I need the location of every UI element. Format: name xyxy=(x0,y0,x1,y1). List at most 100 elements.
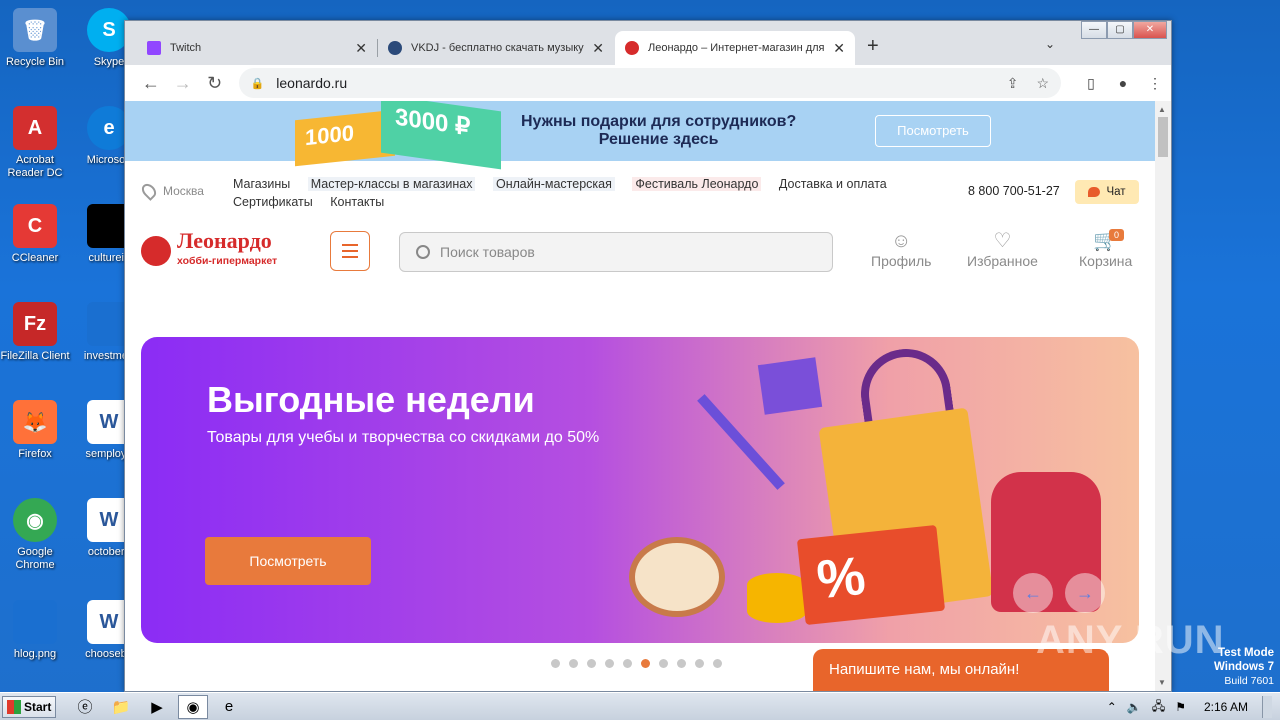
chrome-icon: ◉ xyxy=(13,498,57,542)
close-window-button[interactable]: ✕ xyxy=(1133,21,1167,39)
chat-bubble-icon xyxy=(1088,187,1101,197)
cart-link[interactable]: 🛒 0 Корзина xyxy=(1079,229,1132,269)
city-selector[interactable]: Москва xyxy=(139,181,204,201)
embroidery-hoop-illustration xyxy=(629,537,725,617)
link-online-workshop[interactable]: Онлайн-мастерская xyxy=(492,177,615,191)
catalog-menu-button[interactable] xyxy=(330,231,370,271)
speaker-icon[interactable]: 🔈 xyxy=(1127,700,1142,714)
carousel-dot[interactable] xyxy=(623,659,632,668)
reload-button[interactable]: ↻ xyxy=(199,73,231,94)
close-tab-icon[interactable]: ✕ xyxy=(355,40,367,57)
start-button[interactable]: Start xyxy=(2,695,56,718)
site-header: Леонардо хобби-гипермаркет Поиск товаров… xyxy=(125,217,1155,277)
top-links: Магазины Мастер-классы в магазинах Онлай… xyxy=(233,175,933,211)
carousel-dot[interactable] xyxy=(551,659,560,668)
coins-illustration xyxy=(747,573,807,623)
promo-view-button[interactable]: Посмотреть xyxy=(875,115,991,147)
carousel-dot[interactable] xyxy=(659,659,668,668)
scroll-down-icon[interactable]: ▼ xyxy=(1158,678,1166,687)
carousel-dot[interactable] xyxy=(695,659,704,668)
bookmark-star-icon[interactable]: ☆ xyxy=(1036,75,1049,92)
logo-name: Леонардо xyxy=(177,228,272,253)
maximize-button[interactable]: ▢ xyxy=(1107,21,1133,39)
ie-icon[interactable]: ⓔ xyxy=(70,695,100,719)
tab-twitch[interactable]: Twitch ✕ xyxy=(137,31,377,65)
favorites-link[interactable]: ♡ Избранное xyxy=(967,229,1038,269)
window-controls: — ▢ ✕ xyxy=(1081,21,1167,39)
heart-icon: ♡ xyxy=(993,230,1012,252)
hero-slider[interactable]: Выгодные недели Товары для учебы и творч… xyxy=(141,337,1139,643)
minimize-button[interactable]: — xyxy=(1081,21,1107,39)
network-icon[interactable]: 🖧 xyxy=(1152,697,1165,718)
desktop-icon-acrobat[interactable]: A Acrobat Reader DC xyxy=(0,106,70,180)
desktop-icon-recycle-bin[interactable]: 🗑 Recycle Bin xyxy=(0,8,70,69)
close-tab-icon[interactable]: ✕ xyxy=(833,40,845,57)
tab-leonardo[interactable]: Леонардо – Интернет-магазин для ✕ xyxy=(615,31,855,65)
browser-window: Twitch ✕ VKDJ - бесплатно скачать музыку… xyxy=(124,20,1172,692)
ccleaner-icon: C xyxy=(13,204,57,248)
filezilla-icon: Fz xyxy=(13,302,57,346)
carousel-dot[interactable] xyxy=(677,659,686,668)
tab-vkdj[interactable]: VKDJ - бесплатно скачать музыку ✕ xyxy=(378,31,614,65)
forward-button[interactable]: → xyxy=(167,73,199,94)
link-certificates[interactable]: Сертификаты xyxy=(233,195,313,209)
gift-box-illustration xyxy=(757,357,823,415)
profile-avatar-icon[interactable]: ● xyxy=(1107,75,1139,92)
flag-icon[interactable]: ⚑ xyxy=(1175,700,1186,714)
carousel-dot[interactable] xyxy=(605,659,614,668)
search-input[interactable]: Поиск товаров xyxy=(399,232,833,272)
tab-strip: Twitch ✕ VKDJ - бесплатно скачать музыку… xyxy=(125,21,1171,65)
chrome-taskbar-icon[interactable]: ◉ xyxy=(178,694,208,719)
desktop-icon-ccleaner[interactable]: C CCleaner xyxy=(0,204,70,265)
scrollbar-thumb[interactable] xyxy=(1158,117,1168,157)
phone-number[interactable]: 8 800 700-51-27 xyxy=(968,184,1060,198)
edge-taskbar-icon[interactable]: e xyxy=(214,695,244,719)
hero-subtitle: Товары для учебы и творчества со скидкам… xyxy=(207,429,600,446)
link-stores[interactable]: Магазины xyxy=(233,177,290,191)
page-viewport: 1000 3000 ₽ Нужны подарки для сотруднико… xyxy=(125,101,1155,691)
favorites-label: Избранное xyxy=(967,253,1038,269)
promo-line-1: Нужны подарки для сотрудников? xyxy=(521,113,797,130)
desktop-icon-hlog[interactable]: hlog.png xyxy=(0,600,70,661)
desktop-icon-filezilla[interactable]: Fz FileZilla Client xyxy=(0,302,70,363)
new-tab-button[interactable]: + xyxy=(867,35,879,58)
carousel-dot[interactable] xyxy=(569,659,578,668)
page-scrollbar[interactable]: ▲ ▼ xyxy=(1155,101,1171,691)
promo-banner[interactable]: 1000 3000 ₽ Нужны подарки для сотруднико… xyxy=(125,101,1155,170)
lock-icon[interactable]: 🔒 xyxy=(251,77,265,90)
hero-view-button[interactable]: Посмотреть xyxy=(205,537,371,585)
slider-next-button[interactable]: → xyxy=(1065,573,1105,613)
percent-card-illustration: % xyxy=(796,524,946,626)
carousel-dot[interactable] xyxy=(713,659,722,668)
image-file-icon xyxy=(13,600,57,644)
address-bar[interactable]: 🔒 leonardo.ru ⇪ ☆ xyxy=(238,68,1061,98)
tray-expand-icon[interactable]: ⌃ xyxy=(1107,700,1117,714)
desktop-icon-chrome[interactable]: ◉ Google Chrome xyxy=(0,498,70,572)
explorer-folder-icon[interactable]: 📁 xyxy=(106,695,136,719)
tab-search-button[interactable]: ⌄ xyxy=(1045,37,1055,51)
link-festival[interactable]: Фестиваль Леонардо xyxy=(632,177,762,191)
media-player-icon[interactable]: ▶ xyxy=(142,695,172,719)
share-icon[interactable]: ⇪ xyxy=(1007,75,1019,92)
desktop-icon-firefox[interactable]: 🦊 Firefox xyxy=(0,400,70,461)
carousel-dot[interactable] xyxy=(641,659,650,668)
link-delivery[interactable]: Доставка и оплата xyxy=(779,177,887,191)
clock[interactable]: 2:16 AM xyxy=(1204,700,1248,714)
carousel-dot[interactable] xyxy=(587,659,596,668)
show-desktop-button[interactable] xyxy=(1262,696,1272,718)
firefox-icon: 🦊 xyxy=(13,400,57,444)
site-logo[interactable]: Леонардо хобби-гипермаркет xyxy=(141,228,278,271)
chat-button[interactable]: Чат xyxy=(1075,180,1139,204)
slider-prev-button[interactable]: ← xyxy=(1013,573,1053,613)
logo-subtitle: хобби-гипермаркет xyxy=(177,255,278,267)
profile-link[interactable]: ☺ Профиль xyxy=(871,229,931,269)
close-tab-icon[interactable]: ✕ xyxy=(592,40,604,57)
side-panel-icon[interactable]: ▯ xyxy=(1075,75,1107,92)
scroll-up-icon[interactable]: ▲ xyxy=(1158,105,1166,114)
taskbar: Start ⓔ 📁 ▶ ◉ e ⌃ 🔈 🖧 ⚑ 2:16 AM xyxy=(0,692,1280,720)
link-masterclasses[interactable]: Мастер-классы в магазинах xyxy=(307,177,476,191)
link-contacts[interactable]: Контакты xyxy=(330,195,384,209)
windows-logo-icon xyxy=(7,699,21,714)
menu-kebab-icon[interactable]: ⋮ xyxy=(1139,75,1171,92)
back-button[interactable]: ← xyxy=(135,73,167,94)
